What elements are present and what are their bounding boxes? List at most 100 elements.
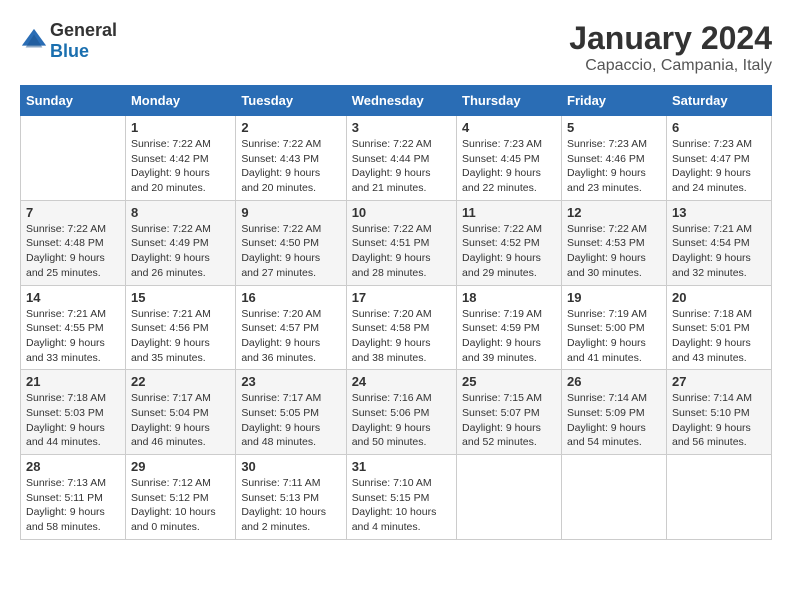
day-cell: 13Sunrise: 7:21 AMSunset: 4:54 PMDayligh… bbox=[666, 200, 771, 285]
day-number: 23 bbox=[241, 374, 340, 389]
day-cell: 6 Sunrise: 7:23 AMSunset: 4:47 PMDaylight… bbox=[666, 116, 771, 201]
day-cell: 8 Sunrise: 7:22 AMSunset: 4:49 PMDaylight… bbox=[125, 200, 235, 285]
day-cell: 24 Sunrise: 7:16 AMSunset: 5:06 PMDayligh… bbox=[346, 370, 456, 455]
week-row-5: 28 Sunrise: 7:13 AMSunset: 5:11 PMDayligh… bbox=[21, 455, 772, 540]
header-row: SundayMondayTuesdayWednesdayThursdayFrid… bbox=[21, 86, 772, 116]
day-number: 1 bbox=[131, 120, 230, 135]
calendar-title: January 2024 bbox=[569, 20, 772, 57]
day-cell: 23Sunrise: 7:17 AMSunset: 5:05 PMDayligh… bbox=[236, 370, 346, 455]
day-cell: 12 Sunrise: 7:22 AMSunset: 4:53 PMDayligh… bbox=[562, 200, 667, 285]
page-header: General Blue January 2024 Capaccio, Camp… bbox=[20, 20, 772, 75]
day-number: 26 bbox=[567, 374, 661, 389]
logo-icon bbox=[20, 27, 48, 55]
header-cell-wednesday: Wednesday bbox=[346, 86, 456, 116]
logo: General Blue bbox=[20, 20, 117, 62]
day-number: 3 bbox=[352, 120, 451, 135]
day-number: 16 bbox=[241, 290, 340, 305]
header-cell-thursday: Thursday bbox=[457, 86, 562, 116]
day-info: Sunrise: 7:21 AMSunset: 4:54 PMDaylight:… bbox=[672, 222, 766, 281]
day-info: Sunrise: 7:11 AMSunset: 5:13 PMDaylight:… bbox=[241, 476, 340, 535]
week-row-3: 14Sunrise: 7:21 AMSunset: 4:55 PMDayligh… bbox=[21, 285, 772, 370]
day-info: Sunrise: 7:23 AMSunset: 4:46 PMDaylight:… bbox=[567, 137, 661, 196]
day-cell: 7Sunrise: 7:22 AMSunset: 4:48 PMDaylight… bbox=[21, 200, 126, 285]
day-info: Sunrise: 7:15 AMSunset: 5:07 PMDaylight:… bbox=[462, 391, 556, 450]
day-cell: 5Sunrise: 7:23 AMSunset: 4:46 PMDaylight… bbox=[562, 116, 667, 201]
header-cell-sunday: Sunday bbox=[21, 86, 126, 116]
calendar-subtitle: Capaccio, Campania, Italy bbox=[569, 57, 772, 75]
day-info: Sunrise: 7:23 AMSunset: 4:45 PMDaylight:… bbox=[462, 137, 556, 196]
day-cell: 11 Sunrise: 7:22 AMSunset: 4:52 PMDayligh… bbox=[457, 200, 562, 285]
day-number: 31 bbox=[352, 459, 451, 474]
day-number: 21 bbox=[26, 374, 120, 389]
week-row-1: 1 Sunrise: 7:22 AMSunset: 4:42 PMDaylight… bbox=[21, 116, 772, 201]
day-number: 10 bbox=[352, 205, 451, 220]
day-number: 28 bbox=[26, 459, 120, 474]
day-cell: 1 Sunrise: 7:22 AMSunset: 4:42 PMDaylight… bbox=[125, 116, 235, 201]
day-cell: 18Sunrise: 7:19 AMSunset: 4:59 PMDayligh… bbox=[457, 285, 562, 370]
day-info: Sunrise: 7:14 AMSunset: 5:10 PMDaylight:… bbox=[672, 391, 766, 450]
day-cell: 28 Sunrise: 7:13 AMSunset: 5:11 PMDayligh… bbox=[21, 455, 126, 540]
day-info: Sunrise: 7:22 AMSunset: 4:44 PMDaylight:… bbox=[352, 137, 451, 196]
day-cell: 22 Sunrise: 7:17 AMSunset: 5:04 PMDayligh… bbox=[125, 370, 235, 455]
day-cell: 4 Sunrise: 7:23 AMSunset: 4:45 PMDaylight… bbox=[457, 116, 562, 201]
day-info: Sunrise: 7:10 AMSunset: 5:15 PMDaylight:… bbox=[352, 476, 451, 535]
day-info: Sunrise: 7:18 AMSunset: 5:01 PMDaylight:… bbox=[672, 307, 766, 366]
day-cell: 25 Sunrise: 7:15 AMSunset: 5:07 PMDayligh… bbox=[457, 370, 562, 455]
day-cell: 20 Sunrise: 7:18 AMSunset: 5:01 PMDayligh… bbox=[666, 285, 771, 370]
day-number: 29 bbox=[131, 459, 230, 474]
day-info: Sunrise: 7:22 AMSunset: 4:43 PMDaylight:… bbox=[241, 137, 340, 196]
day-number: 30 bbox=[241, 459, 340, 474]
calendar-body: 1 Sunrise: 7:22 AMSunset: 4:42 PMDaylight… bbox=[21, 116, 772, 540]
week-row-4: 21Sunrise: 7:18 AMSunset: 5:03 PMDayligh… bbox=[21, 370, 772, 455]
day-cell bbox=[562, 455, 667, 540]
day-info: Sunrise: 7:13 AMSunset: 5:11 PMDaylight:… bbox=[26, 476, 120, 535]
day-number: 12 bbox=[567, 205, 661, 220]
day-number: 11 bbox=[462, 205, 556, 220]
day-cell: 30 Sunrise: 7:11 AMSunset: 5:13 PMDayligh… bbox=[236, 455, 346, 540]
day-info: Sunrise: 7:22 AMSunset: 4:50 PMDaylight:… bbox=[241, 222, 340, 281]
header-cell-tuesday: Tuesday bbox=[236, 86, 346, 116]
day-number: 22 bbox=[131, 374, 230, 389]
day-info: Sunrise: 7:12 AMSunset: 5:12 PMDaylight:… bbox=[131, 476, 230, 535]
day-info: Sunrise: 7:22 AMSunset: 4:42 PMDaylight:… bbox=[131, 137, 230, 196]
day-cell: 27Sunrise: 7:14 AMSunset: 5:10 PMDayligh… bbox=[666, 370, 771, 455]
day-cell: 14Sunrise: 7:21 AMSunset: 4:55 PMDayligh… bbox=[21, 285, 126, 370]
day-number: 6 bbox=[672, 120, 766, 135]
day-info: Sunrise: 7:16 AMSunset: 5:06 PMDaylight:… bbox=[352, 391, 451, 450]
day-cell bbox=[21, 116, 126, 201]
day-info: Sunrise: 7:22 AMSunset: 4:53 PMDaylight:… bbox=[567, 222, 661, 281]
day-info: Sunrise: 7:14 AMSunset: 5:09 PMDaylight:… bbox=[567, 391, 661, 450]
day-number: 25 bbox=[462, 374, 556, 389]
day-cell: 2 Sunrise: 7:22 AMSunset: 4:43 PMDaylight… bbox=[236, 116, 346, 201]
day-info: Sunrise: 7:22 AMSunset: 4:49 PMDaylight:… bbox=[131, 222, 230, 281]
day-cell: 3 Sunrise: 7:22 AMSunset: 4:44 PMDaylight… bbox=[346, 116, 456, 201]
day-cell bbox=[666, 455, 771, 540]
day-number: 14 bbox=[26, 290, 120, 305]
logo-blue-text: Blue bbox=[50, 41, 89, 61]
header-cell-saturday: Saturday bbox=[666, 86, 771, 116]
day-cell: 26 Sunrise: 7:14 AMSunset: 5:09 PMDayligh… bbox=[562, 370, 667, 455]
day-cell: 9 Sunrise: 7:22 AMSunset: 4:50 PMDaylight… bbox=[236, 200, 346, 285]
day-info: Sunrise: 7:22 AMSunset: 4:52 PMDaylight:… bbox=[462, 222, 556, 281]
day-number: 19 bbox=[567, 290, 661, 305]
day-cell: 21Sunrise: 7:18 AMSunset: 5:03 PMDayligh… bbox=[21, 370, 126, 455]
day-cell: 17Sunrise: 7:20 AMSunset: 4:58 PMDayligh… bbox=[346, 285, 456, 370]
day-info: Sunrise: 7:19 AMSunset: 4:59 PMDaylight:… bbox=[462, 307, 556, 366]
day-number: 2 bbox=[241, 120, 340, 135]
day-number: 4 bbox=[462, 120, 556, 135]
day-cell: 15Sunrise: 7:21 AMSunset: 4:56 PMDayligh… bbox=[125, 285, 235, 370]
day-info: Sunrise: 7:23 AMSunset: 4:47 PMDaylight:… bbox=[672, 137, 766, 196]
week-row-2: 7Sunrise: 7:22 AMSunset: 4:48 PMDaylight… bbox=[21, 200, 772, 285]
day-number: 8 bbox=[131, 205, 230, 220]
day-cell bbox=[457, 455, 562, 540]
day-number: 20 bbox=[672, 290, 766, 305]
calendar-table: SundayMondayTuesdayWednesdayThursdayFrid… bbox=[20, 85, 772, 540]
day-number: 7 bbox=[26, 205, 120, 220]
day-number: 24 bbox=[352, 374, 451, 389]
day-info: Sunrise: 7:17 AMSunset: 5:04 PMDaylight:… bbox=[131, 391, 230, 450]
day-info: Sunrise: 7:20 AMSunset: 4:57 PMDaylight:… bbox=[241, 307, 340, 366]
day-cell: 16 Sunrise: 7:20 AMSunset: 4:57 PMDayligh… bbox=[236, 285, 346, 370]
header-cell-monday: Monday bbox=[125, 86, 235, 116]
day-number: 9 bbox=[241, 205, 340, 220]
day-cell: 29 Sunrise: 7:12 AMSunset: 5:12 PMDayligh… bbox=[125, 455, 235, 540]
